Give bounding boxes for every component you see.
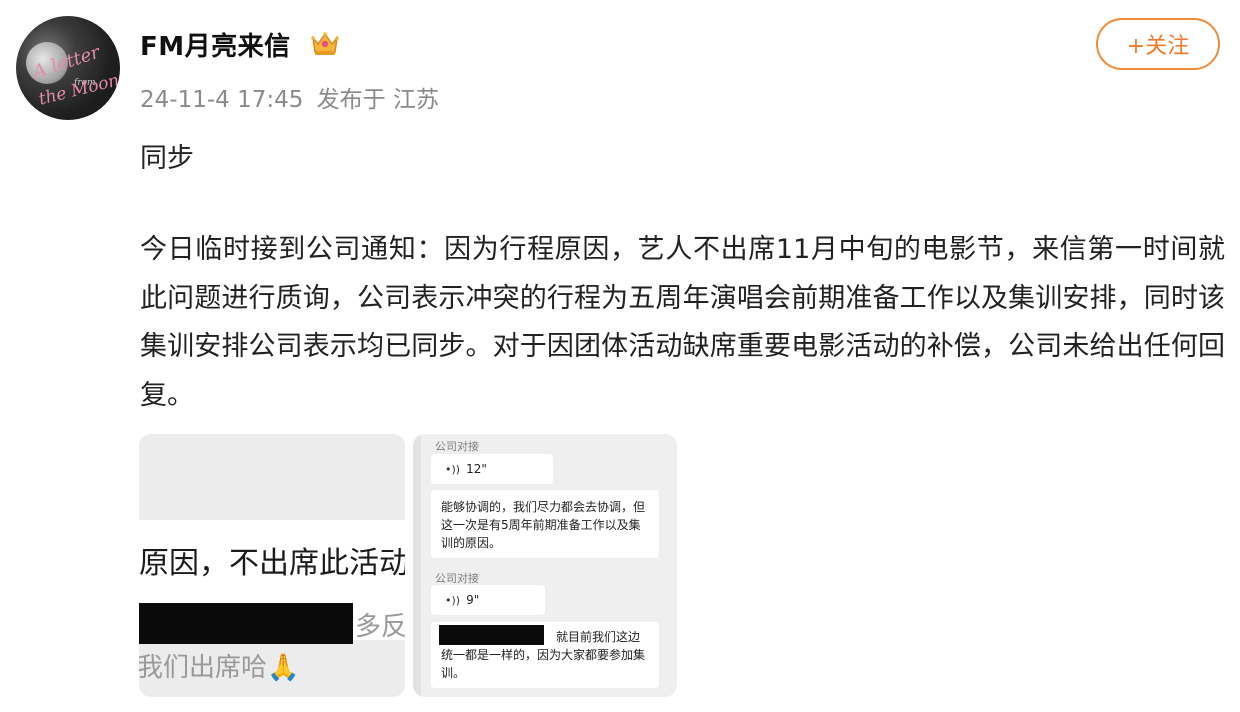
redaction-bar [439,625,544,645]
voice-message-1[interactable]: •)) 12" [431,454,553,484]
voice-wave-icon: •)) [445,462,461,476]
follow-button[interactable]: +关注 [1096,18,1220,70]
chat-message-1: 能够协调的，我们尽力都会去协调，但这一次是有5周年前期准备工作以及集训的原因。 [431,490,659,558]
post-meta: 24-11-4 17:45 发布于 江苏 [140,80,445,114]
attached-image-1[interactable]: 原因，不出席此活动 多反 我们出席哈🙏 [139,434,405,697]
post-source: 发布于 江苏 [316,87,439,113]
attached-image-2[interactable]: 公司对接 •)) 12" 能够协调的，我们尽力都会去协调，但这一次是有5周年前期… [413,434,677,697]
image1-text-1: 原因，不出席此活动 [139,546,405,581]
redaction-bar [139,603,353,644]
avatar[interactable]: A letter from the Moon [16,16,120,120]
voice-duration-2: 9" [466,593,480,607]
voice-duration-1: 12" [466,462,487,476]
image1-text-3: 我们出席哈🙏 [139,653,300,683]
image2-left-strip [413,434,421,697]
image2-label-1: 公司对接 [435,440,479,453]
image2-label-2: 公司对接 [435,572,479,585]
voice-wave-icon: •)) [445,593,461,607]
crown-icon[interactable] [310,30,340,56]
post-timestamp: 24-11-4 17:45 [140,87,304,113]
username[interactable]: FM月亮来信 [140,26,291,63]
voice-message-2[interactable]: •)) 9" [431,585,545,615]
image1-text-2: 多反 [355,612,405,642]
post-body: 今日临时接到公司通知：因为行程原因，艺人不出席11月中旬的电影节，来信第一时间就… [140,234,1225,411]
post-first-line: 同步 [140,143,194,174]
